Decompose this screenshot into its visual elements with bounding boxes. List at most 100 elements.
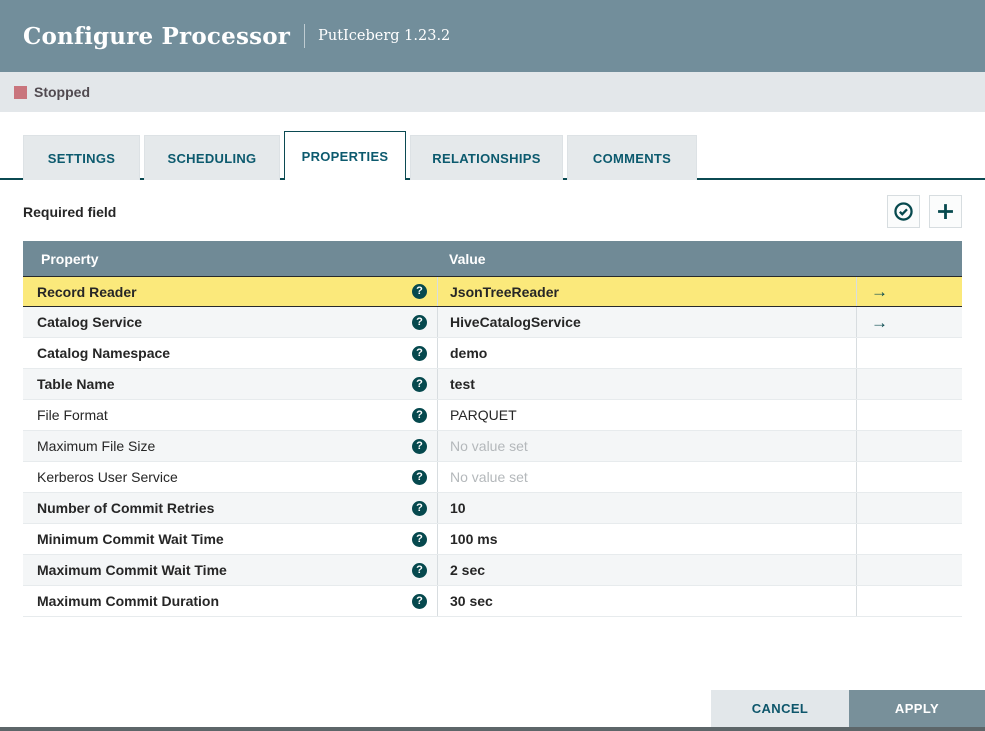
tab-label: RELATIONSHIPS bbox=[432, 150, 541, 166]
property-name-label: Maximum Commit Wait Time bbox=[37, 562, 227, 578]
goto-cell bbox=[856, 586, 962, 616]
status-bar: Stopped bbox=[0, 72, 985, 112]
goto-cell bbox=[856, 400, 962, 430]
property-cell: Table Name ? bbox=[23, 369, 437, 399]
property-value[interactable]: No value set bbox=[437, 462, 856, 492]
dialog-header: Configure Processor PutIceberg 1.23.2 bbox=[0, 0, 985, 72]
table-row[interactable]: File Format ? PARQUET bbox=[23, 400, 962, 431]
property-name-label: Number of Commit Retries bbox=[37, 500, 215, 516]
property-cell: Catalog Namespace ? bbox=[23, 338, 437, 368]
property-value[interactable]: 100 ms bbox=[437, 524, 856, 554]
property-cell: Catalog Service ? bbox=[23, 307, 437, 337]
tab-label: SCHEDULING bbox=[167, 150, 257, 166]
property-action-buttons bbox=[887, 195, 962, 228]
property-value[interactable]: 10 bbox=[437, 493, 856, 523]
table-row[interactable]: Record Reader ? JsonTreeReader → bbox=[23, 276, 962, 307]
tab-label: COMMENTS bbox=[592, 150, 672, 166]
apply-button[interactable]: APPLY bbox=[849, 690, 985, 727]
property-value[interactable]: test bbox=[437, 369, 856, 399]
goto-service-arrow-icon[interactable]: → bbox=[871, 283, 888, 300]
help-icon[interactable]: ? bbox=[412, 593, 427, 609]
help-icon[interactable]: ? bbox=[412, 407, 427, 423]
property-cell: Minimum Commit Wait Time ? bbox=[23, 524, 437, 554]
goto-cell bbox=[856, 369, 962, 399]
add-property-button[interactable] bbox=[929, 195, 962, 228]
table-row[interactable]: Maximum File Size ? No value set bbox=[23, 431, 962, 462]
table-row[interactable]: Catalog Service ? HiveCatalogService → bbox=[23, 307, 962, 338]
stopped-status-label: Stopped bbox=[34, 84, 90, 100]
value-column-header: Value bbox=[449, 250, 486, 267]
tab-comments[interactable]: COMMENTS bbox=[567, 135, 697, 180]
property-cell: Maximum File Size ? bbox=[23, 431, 437, 461]
goto-service-arrow-icon[interactable]: → bbox=[871, 314, 888, 331]
help-icon[interactable]: ? bbox=[412, 314, 427, 330]
goto-cell bbox=[856, 462, 962, 492]
property-name-label: Minimum Commit Wait Time bbox=[37, 531, 224, 547]
table-row[interactable]: Table Name ? test bbox=[23, 369, 962, 400]
property-value[interactable]: 30 sec bbox=[437, 586, 856, 616]
property-cell: Kerberos User Service ? bbox=[23, 462, 437, 492]
tab-scheduling[interactable]: SCHEDULING bbox=[144, 135, 280, 180]
help-icon[interactable]: ? bbox=[412, 438, 427, 454]
goto-cell bbox=[856, 555, 962, 585]
tab-label: PROPERTIES bbox=[301, 148, 389, 164]
property-name-label: Catalog Service bbox=[37, 314, 143, 330]
window-bottom-edge bbox=[0, 727, 985, 731]
tab-label: SETTINGS bbox=[47, 150, 116, 166]
goto-cell: → bbox=[856, 307, 962, 337]
tab-bar: SETTINGS SCHEDULING PROPERTIES RELATIONS… bbox=[0, 112, 985, 180]
property-cell: Maximum Commit Duration ? bbox=[23, 586, 437, 616]
table-toolbar: Required field bbox=[0, 180, 985, 238]
table-row[interactable]: Maximum Commit Duration ? 30 sec bbox=[23, 586, 962, 617]
plus-icon bbox=[935, 201, 956, 222]
tab-settings[interactable]: SETTINGS bbox=[23, 135, 140, 180]
property-name-label: Kerberos User Service bbox=[37, 469, 178, 485]
property-name-label: Maximum Commit Duration bbox=[37, 593, 220, 609]
verify-properties-button[interactable] bbox=[887, 195, 920, 228]
cancel-button[interactable]: CANCEL bbox=[711, 690, 849, 727]
property-name-label: Record Reader bbox=[37, 283, 137, 300]
stopped-status-icon bbox=[14, 85, 27, 99]
help-icon[interactable]: ? bbox=[412, 345, 427, 361]
property-value[interactable]: No value set bbox=[437, 431, 856, 461]
help-icon[interactable]: ? bbox=[412, 469, 427, 485]
properties-table: Property Value Record Reader ? JsonTreeR… bbox=[23, 241, 962, 617]
table-row[interactable]: Maximum Commit Wait Time ? 2 sec bbox=[23, 555, 962, 586]
property-value[interactable]: JsonTreeReader bbox=[437, 277, 856, 306]
tab-properties[interactable]: PROPERTIES bbox=[284, 131, 406, 180]
property-name-label: Table Name bbox=[37, 376, 115, 392]
property-value[interactable]: 2 sec bbox=[437, 555, 856, 585]
tab-relationships[interactable]: RELATIONSHIPS bbox=[410, 135, 563, 180]
help-icon[interactable]: ? bbox=[412, 284, 427, 299]
help-icon[interactable]: ? bbox=[412, 531, 427, 547]
goto-cell bbox=[856, 493, 962, 523]
table-header-row: Property Value bbox=[23, 241, 962, 276]
property-name-label: File Format bbox=[37, 407, 108, 423]
check-circle-icon bbox=[893, 201, 914, 222]
property-value[interactable]: HiveCatalogService bbox=[437, 307, 856, 337]
goto-cell bbox=[856, 431, 962, 461]
dialog-title: Configure Processor bbox=[23, 22, 291, 50]
property-value[interactable]: PARQUET bbox=[437, 400, 856, 430]
property-cell: Maximum Commit Wait Time ? bbox=[23, 555, 437, 585]
table-row[interactable]: Kerberos User Service ? No value set bbox=[23, 462, 962, 493]
property-cell: Number of Commit Retries ? bbox=[23, 493, 437, 523]
property-name-label: Maximum File Size bbox=[37, 438, 156, 454]
table-body: Record Reader ? JsonTreeReader → Catalog… bbox=[23, 276, 962, 617]
property-cell: Record Reader ? bbox=[23, 277, 437, 306]
dialog-footer: CANCEL APPLY bbox=[711, 690, 985, 727]
processor-type-version: PutIceberg 1.23.2 bbox=[318, 28, 451, 44]
table-row[interactable]: Catalog Namespace ? demo bbox=[23, 338, 962, 369]
property-value[interactable]: demo bbox=[437, 338, 856, 368]
help-icon[interactable]: ? bbox=[412, 500, 427, 516]
table-row[interactable]: Number of Commit Retries ? 10 bbox=[23, 493, 962, 524]
goto-cell bbox=[856, 524, 962, 554]
help-icon[interactable]: ? bbox=[412, 562, 427, 578]
table-row[interactable]: Minimum Commit Wait Time ? 100 ms bbox=[23, 524, 962, 555]
property-name-label: Catalog Namespace bbox=[37, 345, 171, 361]
property-cell: File Format ? bbox=[23, 400, 437, 430]
goto-cell: → bbox=[856, 277, 962, 306]
help-icon[interactable]: ? bbox=[412, 376, 427, 392]
goto-cell bbox=[856, 338, 962, 368]
header-divider bbox=[304, 24, 306, 48]
